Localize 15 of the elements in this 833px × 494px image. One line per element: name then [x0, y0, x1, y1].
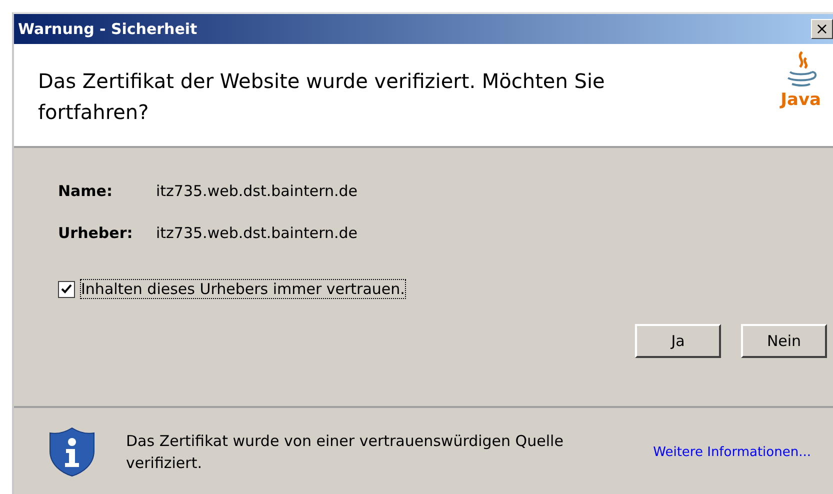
header-message: Das Zertifikat der Website wurde verifiziert. Möchten Sie fortfahren?	[38, 68, 606, 126]
field-label: Name:	[58, 182, 114, 202]
close-button[interactable]: ×	[811, 19, 833, 39]
window-title: Warnung - Sicherheit	[18, 20, 198, 38]
dialog-button[interactable]: Nein	[741, 324, 827, 358]
dialog-button[interactable]: Ja	[635, 324, 721, 358]
logo-text: Java	[780, 90, 821, 110]
checkbox-label[interactable]: Inhalten dieses Urhebers immer vertrauen.	[81, 280, 405, 298]
field-value: itz735.web.dst.baintern.de	[156, 224, 359, 244]
field-label: Urheber:	[58, 224, 134, 244]
footer-message: Das Zertifikat wurde von einer vertrauenswürdigen Quelle verifiziert.	[126, 431, 564, 474]
field-value: itz735.web.dst.baintern.de	[156, 182, 359, 202]
checkbox[interactable]	[58, 280, 75, 298]
info-shield-icon	[48, 427, 96, 477]
more-info-link[interactable]: Weitere Informationen...	[653, 444, 811, 460]
